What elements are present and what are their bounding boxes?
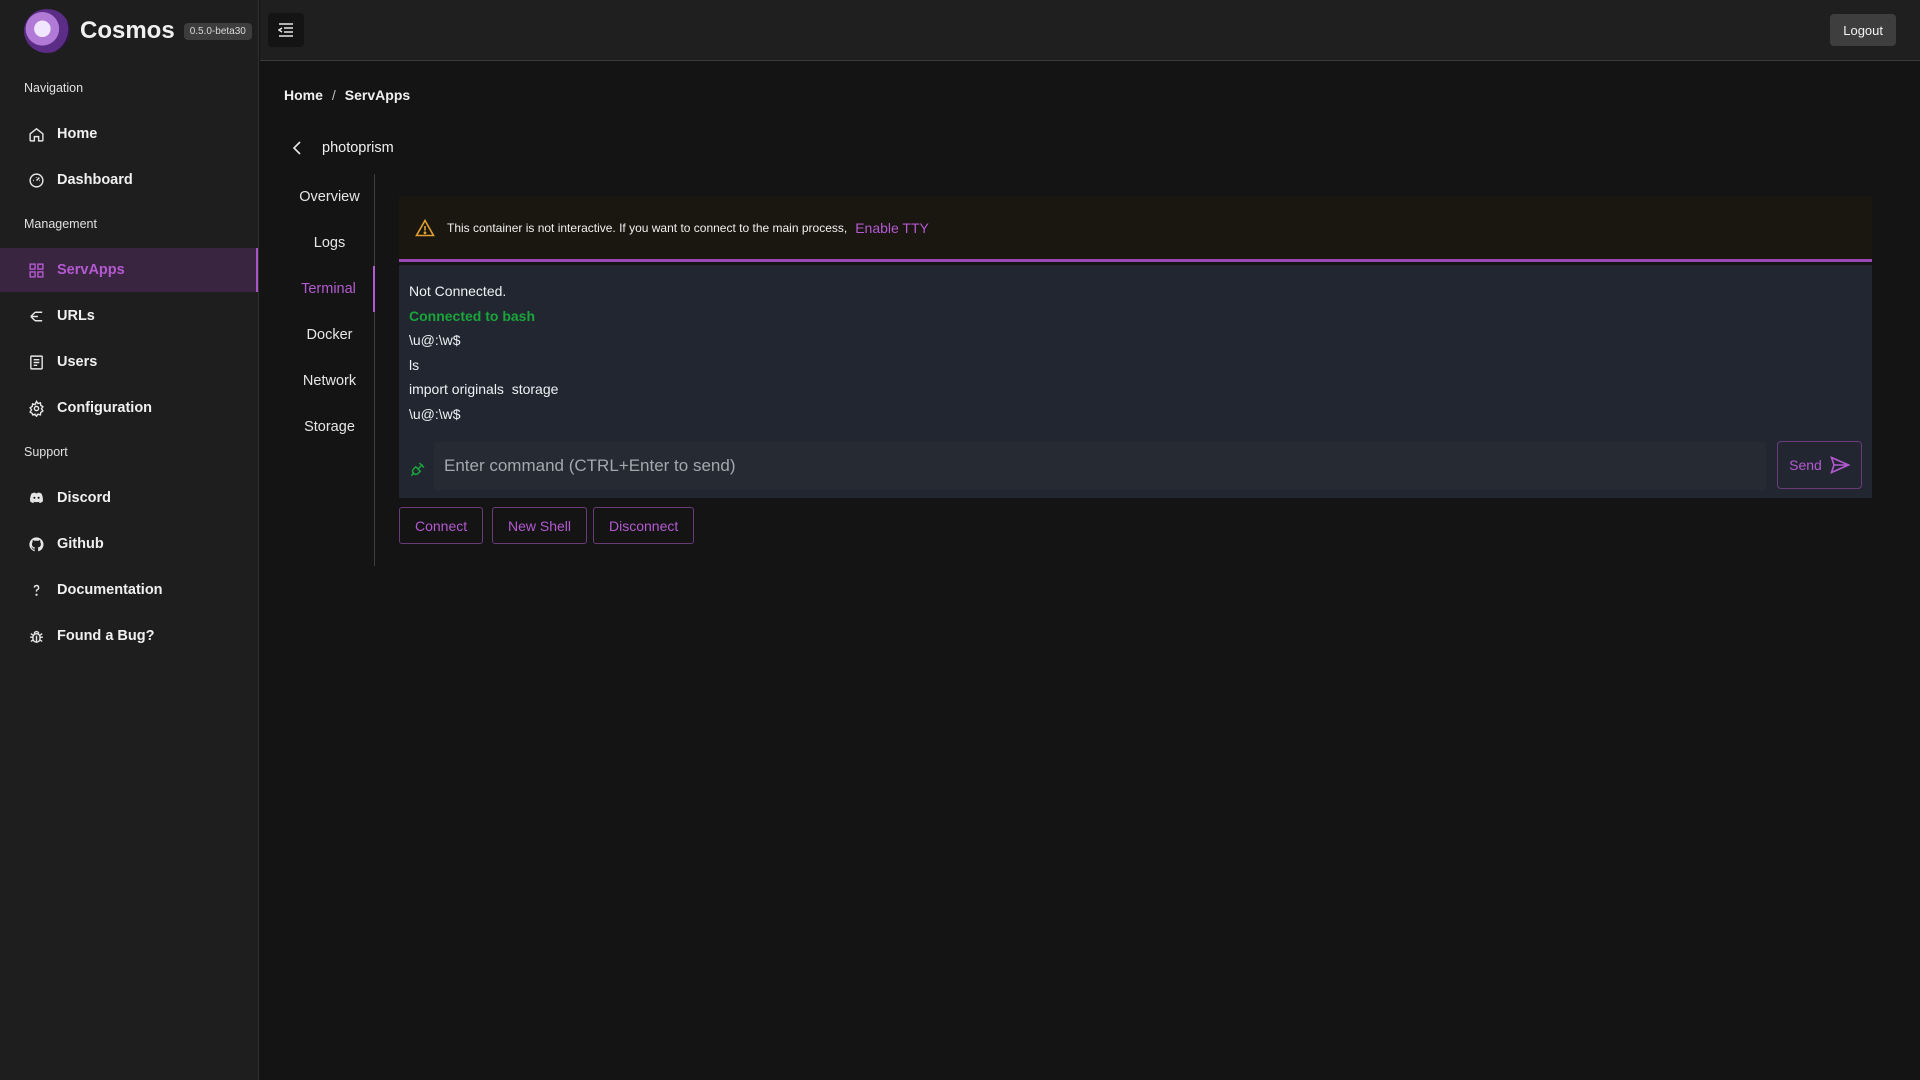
sidebar-item-users[interactable]: Users xyxy=(0,340,258,384)
new-shell-button[interactable]: New Shell xyxy=(492,507,588,544)
topbar: Logout xyxy=(260,0,1920,61)
sidebar-item-github[interactable]: Github xyxy=(0,522,258,566)
chevron-left-icon xyxy=(292,141,301,155)
sidebar-item-label: Found a Bug? xyxy=(57,628,155,644)
breadcrumb-separator: / xyxy=(331,87,336,103)
sidebar-item-label: URLs xyxy=(57,308,95,324)
sidebar-item-label: Dashboard xyxy=(57,172,133,188)
send-icon xyxy=(1830,456,1850,474)
section-title-management: Management xyxy=(24,217,97,231)
plug-connected-icon xyxy=(410,462,425,477)
cosmos-logo xyxy=(24,9,70,53)
sidebar-item-label: Github xyxy=(57,536,104,552)
tab-terminal[interactable]: Terminal xyxy=(284,266,375,312)
enable-tty-link[interactable]: Enable TTY xyxy=(855,220,929,236)
disconnect-button[interactable]: Disconnect xyxy=(593,507,695,544)
send-button-label: Send xyxy=(1789,457,1822,473)
gear-icon xyxy=(27,399,45,417)
bug-icon xyxy=(27,627,45,645)
sidebar-item-home[interactable]: Home xyxy=(0,112,258,156)
version-badge: 0.5.0-beta30 xyxy=(183,22,252,40)
sidebar-toggle-button[interactable] xyxy=(268,13,304,47)
send-button[interactable]: Send xyxy=(1777,441,1862,489)
breadcrumb-home[interactable]: Home xyxy=(284,87,323,103)
alert-message: This container is not interactive. If yo… xyxy=(447,220,848,235)
github-icon xyxy=(27,535,45,553)
tab-storage[interactable]: Storage xyxy=(284,404,375,450)
section-title-support: Support xyxy=(24,445,68,459)
sidebar-item-label: ServApps xyxy=(57,262,125,278)
container-name: photoprism xyxy=(322,140,394,156)
home-icon xyxy=(27,125,45,143)
app-name: Cosmos xyxy=(80,17,175,44)
tab-network[interactable]: Network xyxy=(284,358,375,404)
sidebar-item-label: Documentation xyxy=(57,582,163,598)
terminal-line: import originals storage xyxy=(409,381,559,397)
sidebar-item-found-a-bug[interactable]: Found a Bug? xyxy=(0,614,258,658)
brand[interactable]: Cosmos 0.5.0-beta30 xyxy=(24,9,252,53)
menu-collapse-icon xyxy=(278,23,293,37)
sidebar-item-label: Users xyxy=(57,354,98,370)
dashboard-icon xyxy=(27,171,45,189)
breadcrumb-current: ServApps xyxy=(344,87,411,103)
sidebar-item-label: Discord xyxy=(57,490,111,506)
terminal-line-connected: Connected to bash xyxy=(409,307,536,324)
sidebar-item-label: Configuration xyxy=(57,400,153,416)
sidebar-item-urls[interactable]: URLs xyxy=(0,294,258,338)
back-button[interactable] xyxy=(292,140,302,156)
users-icon xyxy=(27,353,45,371)
tab-docker[interactable]: Docker xyxy=(284,312,375,358)
container-tabs: Overview Logs Terminal Docker Network St… xyxy=(284,174,375,566)
terminal-line: \u@:\w$ xyxy=(409,332,461,348)
grid-icon xyxy=(27,261,45,279)
tab-overview[interactable]: Overview xyxy=(284,174,375,220)
connect-button[interactable]: Connect xyxy=(399,507,484,544)
terminal-line: ls xyxy=(409,356,420,373)
warning-icon xyxy=(415,218,435,236)
breadcrumb: Home / ServApps xyxy=(284,87,410,103)
sidebar-item-documentation[interactable]: Documentation xyxy=(0,568,258,612)
command-input[interactable] xyxy=(434,442,1766,490)
section-title-navigation: Navigation xyxy=(24,81,84,95)
tty-warning-alert: This container is not interactive. If yo… xyxy=(399,196,1872,262)
sidebar-item-configuration[interactable]: Configuration xyxy=(0,386,258,430)
sidebar-item-label: Home xyxy=(57,126,98,142)
discord-icon xyxy=(27,489,45,507)
container-header: photoprism xyxy=(292,136,394,160)
sidebar-item-dashboard[interactable]: Dashboard xyxy=(0,158,258,202)
terminal-line: \u@:\w$ xyxy=(409,405,461,422)
terminal-line: Not Connected. xyxy=(409,283,507,299)
tab-logs[interactable]: Logs xyxy=(284,220,375,266)
urls-icon xyxy=(27,307,45,325)
question-icon xyxy=(27,581,45,599)
sidebar-item-servapps[interactable]: ServApps xyxy=(0,248,258,292)
sidebar-item-discord[interactable]: Discord xyxy=(0,476,258,520)
logout-button[interactable]: Logout xyxy=(1830,14,1896,46)
sidebar: Cosmos 0.5.0-beta30 Navigation Home Dash… xyxy=(0,0,259,1080)
